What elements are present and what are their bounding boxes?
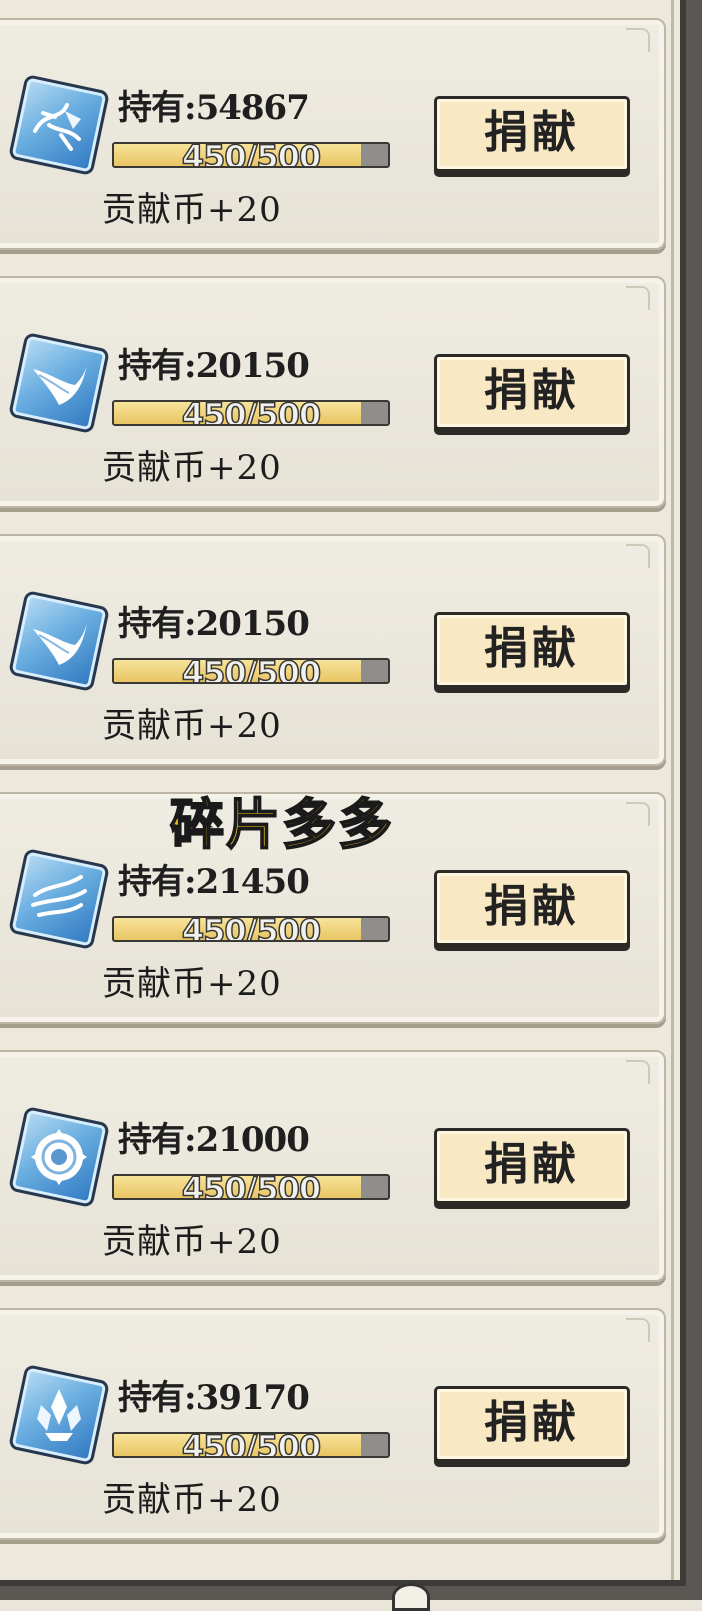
overlay-caption: 碎片多多 xyxy=(169,792,394,857)
holding-count: 持有:21000 xyxy=(118,1120,310,1160)
progress-text: 450/500 xyxy=(181,658,322,684)
donation-card: 持有:20150 450/500 贡献币+20 捐献 xyxy=(0,276,666,508)
donate-button[interactable]: 捐献 xyxy=(434,612,630,688)
holding-count: 持有:54867 xyxy=(118,88,310,128)
progress-text: 450/500 xyxy=(181,916,322,942)
donation-card: 持有:54867 450/500 贡献币+20 捐献 xyxy=(0,18,666,250)
donation-panel: 持有:54867 450/500 贡献币+20 捐献 持有:20150 450/… xyxy=(0,0,686,1586)
progress-text: 450/500 xyxy=(181,142,322,168)
progress-bar: 450/500 xyxy=(112,658,390,684)
white-blade-icon xyxy=(7,589,111,693)
donate-button[interactable]: 捐献 xyxy=(434,1386,630,1462)
holding-count: 持有:20150 xyxy=(118,346,310,386)
donate-button[interactable]: 捐献 xyxy=(434,354,630,430)
reward-text: 贡献币+20 xyxy=(102,448,282,488)
donate-button[interactable]: 捐献 xyxy=(434,1128,630,1204)
reward-text: 贡献币+20 xyxy=(102,1480,282,1520)
progress-text: 450/500 xyxy=(181,1432,322,1458)
progress-bar: 450/500 xyxy=(112,142,390,168)
progress-bar: 450/500 xyxy=(112,916,390,942)
saw-ring-icon xyxy=(7,1105,111,1209)
progress-bar: 450/500 xyxy=(112,400,390,426)
holding-count: 持有:21450 xyxy=(118,862,310,902)
reward-text: 贡献币+20 xyxy=(102,706,282,746)
scroll-fragment-icon xyxy=(7,73,111,177)
progress-bar: 450/500 xyxy=(112,1432,390,1458)
holding-count: 持有:39170 xyxy=(118,1378,310,1418)
donate-button[interactable]: 捐献 xyxy=(434,870,630,946)
reward-text: 贡献币+20 xyxy=(102,190,282,230)
game-screen: 持有:54867 450/500 贡献币+20 捐献 持有:20150 450/… xyxy=(0,0,702,1611)
bottom-ornament xyxy=(392,1583,430,1611)
reward-text: 贡献币+20 xyxy=(102,1222,282,1262)
progress-text: 450/500 xyxy=(181,1174,322,1200)
progress-text: 450/500 xyxy=(181,400,322,426)
crystal-cluster-icon xyxy=(7,1363,111,1467)
progress-bar: 450/500 xyxy=(112,1174,390,1200)
holding-count: 持有:20150 xyxy=(118,604,310,644)
white-blade-icon xyxy=(7,331,111,435)
donation-card: 持有:39170 450/500 贡献币+20 捐献 xyxy=(0,1308,666,1540)
wind-slash-icon xyxy=(7,847,111,951)
donation-card: 持有:20150 450/500 贡献币+20 捐献 xyxy=(0,534,666,766)
reward-text: 贡献币+20 xyxy=(102,964,282,1004)
donate-button[interactable]: 捐献 xyxy=(434,96,630,172)
donation-card: 持有:21000 450/500 贡献币+20 捐献 xyxy=(0,1050,666,1282)
